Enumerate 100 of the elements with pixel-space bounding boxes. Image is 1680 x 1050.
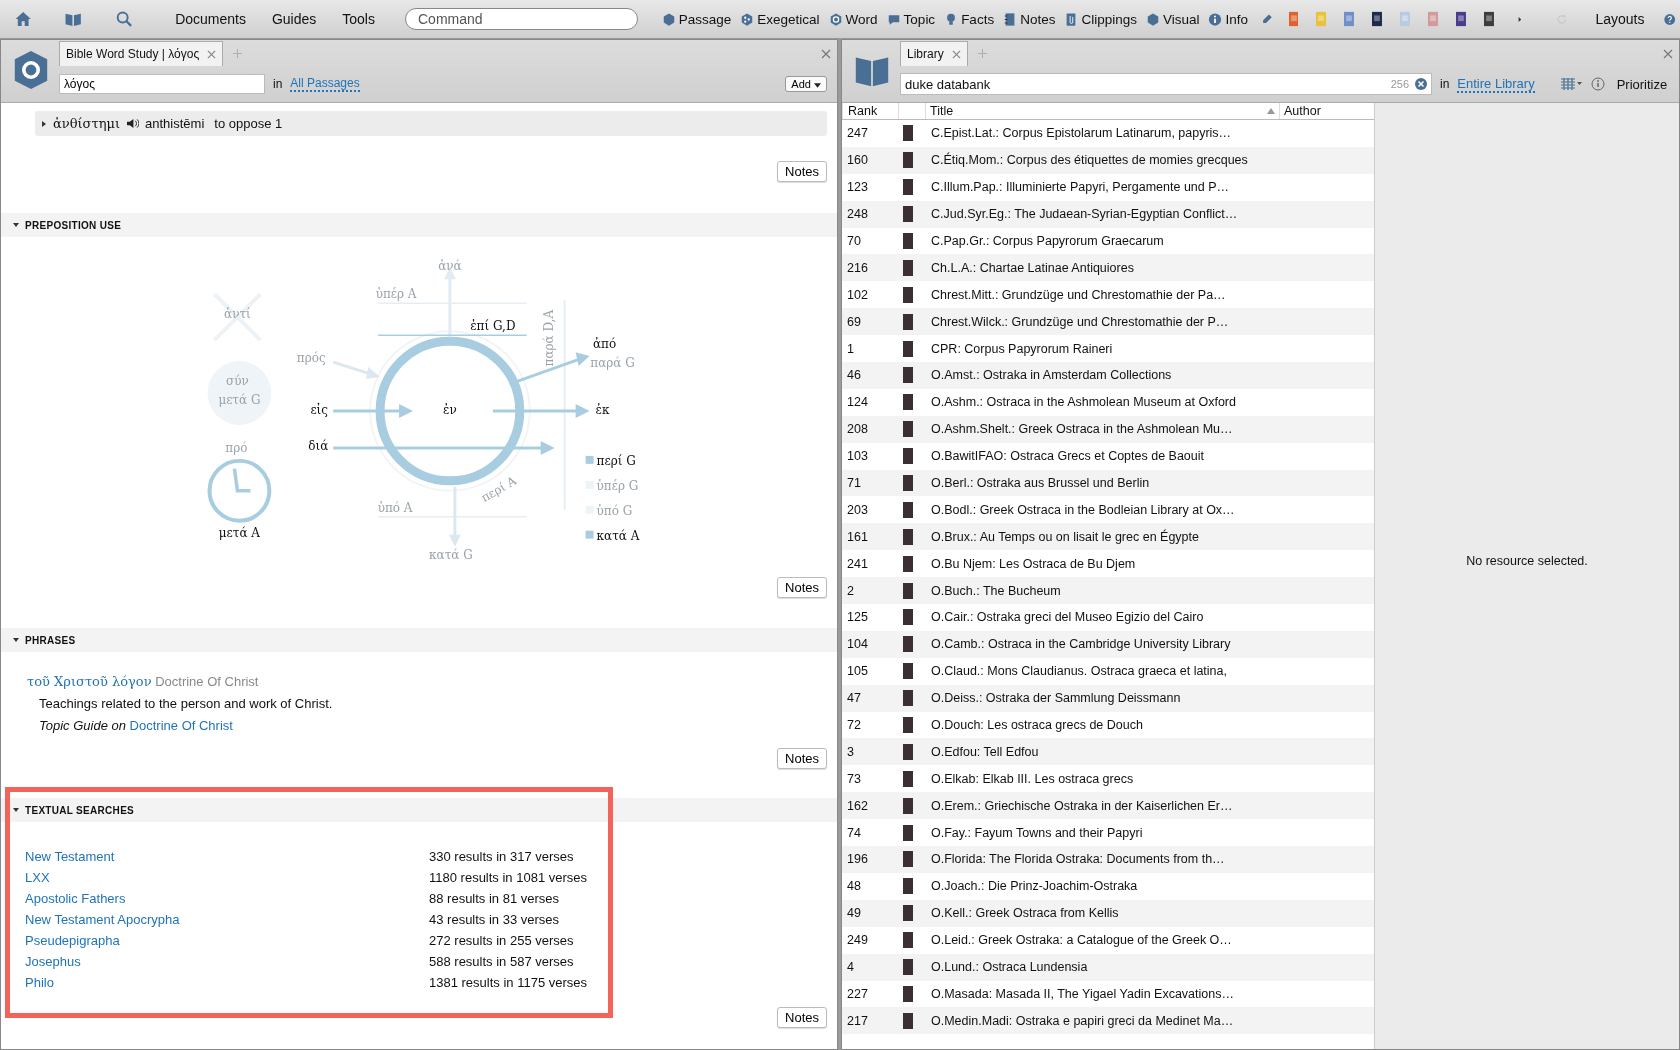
- rank-cell-text: 3: [846, 744, 855, 759]
- expand-triangle-icon[interactable]: [41, 120, 47, 127]
- book-icon: [903, 501, 913, 518]
- results-count: 43 results in 33 verses: [429, 912, 560, 927]
- section-header[interactable]: PHRASES: [1, 628, 837, 652]
- book-cover-icon[interactable]: [1456, 9, 1467, 29]
- title-cell-text: Chrest.Mitt.: Grundzüge und Chrestomathie der Pa…: [930, 287, 1227, 302]
- toolbar-button[interactable]: Visual: [1145, 11, 1200, 27]
- rank-cell-text: 70: [846, 234, 862, 248]
- rank-cell-text: 72: [846, 718, 862, 733]
- corpus-link[interactable]: Apostolic Fathers: [25, 891, 429, 906]
- book-icon: [903, 582, 913, 599]
- collapse-triangle-icon[interactable]: [13, 222, 19, 228]
- column-header[interactable]: Author: [1279, 103, 1374, 119]
- info-icon[interactable]: [1590, 77, 1605, 91]
- notes-button[interactable]: Notes: [777, 1007, 827, 1028]
- empty-message: No resource selected.: [1466, 554, 1588, 568]
- layouts-menu[interactable]: Layouts: [1595, 11, 1645, 27]
- toolbar-button[interactable]: Word: [828, 11, 878, 27]
- rank-cell-text: 216: [846, 260, 869, 275]
- corpus-link[interactable]: New Testament: [25, 849, 429, 864]
- description-text: Teachings related to the person and work of Christ.: [38, 696, 334, 711]
- help-icon[interactable]: [1664, 11, 1676, 27]
- search-field[interactable]: duke databank 256: [900, 73, 1432, 95]
- corpus-link[interactable]: Pseudepigrapha: [25, 933, 429, 948]
- dotted-hexagon-icon: [740, 11, 755, 27]
- section-header[interactable]: PREPOSITION USE: [1, 213, 837, 237]
- toolbar-button[interactable]: Exegetical: [740, 11, 820, 27]
- more-arrow-icon[interactable]: [1518, 15, 1522, 23]
- topic-guide-link[interactable]: Doctrine Of Christ: [129, 718, 233, 733]
- rank-cell-text: 102: [846, 287, 869, 302]
- title-cell-text: Ch.L.A.: Chartae Latinae Antiquiores: [930, 260, 1135, 275]
- toolbar-button[interactable]: Notes: [1003, 11, 1056, 27]
- title-cell-text: CPR: Corpus Papyrorum Raineri: [930, 341, 1114, 356]
- title-cell-text: O.Camb.: Ostraca in the Cambridge University Library: [930, 637, 1232, 652]
- rank-cell-text: 2: [846, 583, 855, 598]
- toolbar-button[interactable]: Clippings: [1064, 11, 1137, 27]
- add-button[interactable]: Add: [785, 76, 827, 92]
- corpus-link[interactable]: LXX: [25, 870, 429, 885]
- collapse-triangle-icon[interactable]: [13, 637, 19, 643]
- column-header[interactable]: Title: [925, 103, 1279, 119]
- columns-menu-icon[interactable]: [1560, 78, 1583, 90]
- book-icon: [903, 609, 913, 626]
- rank-cell-text: 124: [846, 395, 869, 410]
- info-icon: [1208, 11, 1223, 27]
- book-cover-icon[interactable]: [1484, 9, 1495, 29]
- preposition-label: εἰς: [310, 403, 329, 417]
- rank-cell-text: 74: [846, 825, 862, 840]
- collapse-triangle-icon[interactable]: [13, 807, 19, 813]
- notes-button[interactable]: Notes: [777, 748, 827, 769]
- menu-item[interactable]: Tools: [342, 11, 375, 27]
- command-field[interactable]: Command: [405, 8, 638, 30]
- notes-button[interactable]: Notes: [777, 577, 827, 598]
- speaker-icon[interactable]: [126, 118, 139, 129]
- word-study-logo-icon[interactable]: [13, 48, 49, 92]
- toolbar-button[interactable]: Topic: [886, 11, 936, 27]
- book-cover-icon[interactable]: [1372, 9, 1383, 29]
- toolbar-button[interactable]: Passage: [661, 11, 732, 27]
- corpus-link[interactable]: Josephus: [25, 954, 429, 969]
- in-label: in: [1440, 77, 1450, 91]
- menu-item[interactable]: Documents: [175, 11, 246, 27]
- phrase-link[interactable]: τοῦ Χριστοῦ λόγον: [27, 674, 152, 689]
- title-cell-text: O.Amst.: Ostraka in Amsterdam Collections: [930, 368, 1173, 383]
- rank-cell-text: 125: [846, 610, 869, 625]
- corpus-link[interactable]: Philo: [25, 975, 429, 990]
- rank-cell-text: 247: [846, 126, 869, 141]
- library-tab[interactable]: Library: [900, 41, 968, 66]
- close-icon[interactable]: [821, 49, 831, 59]
- book-icon: [903, 932, 913, 949]
- section-header[interactable]: TEXTUAL SEARCHES: [1, 798, 837, 822]
- rank-cell-text: 162: [846, 798, 869, 813]
- book-icon: [903, 340, 913, 357]
- preposition-label: ὑπό A: [377, 500, 413, 515]
- close-icon[interactable]: [1663, 49, 1673, 59]
- sort-ascending-icon[interactable]: [1267, 108, 1275, 114]
- preposition-label: ὑπό G: [596, 503, 633, 518]
- title-cell-text: O.Florida: The Florida Ostraka: Documents from th…: [930, 852, 1226, 867]
- search-field[interactable]: λόγος: [59, 74, 265, 94]
- prioritize-button[interactable]: Prioritize: [1616, 76, 1668, 92]
- column-header[interactable]: Rank: [842, 103, 898, 119]
- clear-icon[interactable]: [1415, 78, 1427, 90]
- book-icon: [903, 179, 913, 196]
- corpus-link[interactable]: New Testament Apocrypha: [25, 912, 429, 927]
- document-tab[interactable]: Bible Word Study | λόγος: [59, 41, 224, 66]
- toolbar-button[interactable]: Facts: [944, 11, 995, 27]
- rank-cell-text: 46: [846, 368, 862, 383]
- menu-item[interactable]: Guides: [271, 11, 317, 27]
- close-icon[interactable]: [951, 49, 961, 59]
- book-icon: [903, 233, 913, 249]
- clock-icon: [207, 458, 272, 523]
- toolbar-button[interactable]: Info: [1208, 11, 1248, 27]
- book-icon: [903, 421, 913, 438]
- close-icon[interactable]: [207, 49, 217, 59]
- rank-cell-text: 69: [846, 314, 862, 329]
- notes-button[interactable]: Notes: [777, 161, 827, 182]
- preposition-label: κατά A: [596, 528, 640, 543]
- title-cell-text: O.Kell.: Greek Ostraca from Kellis: [930, 906, 1120, 921]
- word-entry-row[interactable]: ἀνθίστημι anthistēmi to oppose 1: [35, 111, 827, 136]
- rank-cell-text: 161: [846, 529, 869, 544]
- title-cell-text: C.Illum.Pap.: Illuminierte Papyri, Pergamente und P…: [930, 180, 1231, 195]
